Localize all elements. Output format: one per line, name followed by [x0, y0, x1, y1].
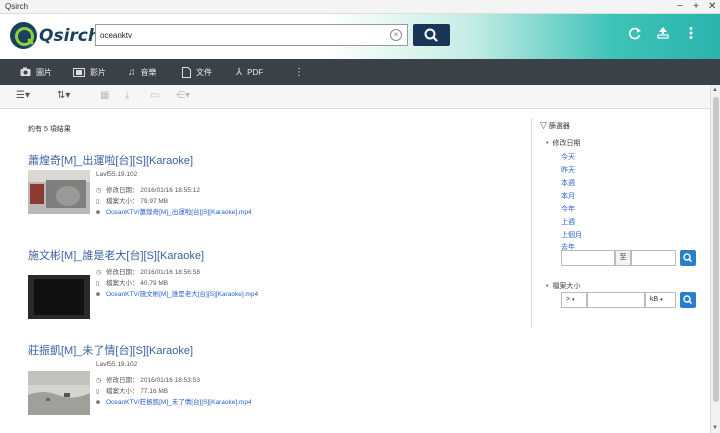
app-header: Qsirch × [0, 14, 720, 59]
app-logo: Qsirch [10, 22, 100, 49]
size-apply-button[interactable] [680, 292, 696, 308]
result-encoder: Lavf55.19.102 [96, 171, 138, 178]
result-item: 蕭煌奇[M]_出運啦[台][S][Karaoke] Lavf55.19.102 … [28, 152, 508, 216]
result-path: ■ OceanKTV/蕭煌奇[M]_出運啦[台][S][Karaoke].mp4 [96, 206, 252, 216]
search-icon [424, 28, 438, 42]
minimize-button[interactable]: − [676, 0, 684, 14]
size-operator-select[interactable]: > ▾ [561, 292, 587, 308]
refresh-icon[interactable] [628, 26, 642, 43]
filter-date-label: 修改日期 [546, 138, 580, 148]
toolbar-more-icon[interactable]: ⋮ [294, 59, 304, 85]
sort-icon[interactable]: ⇅▾ [57, 90, 70, 101]
result-modified: ◷ 修改日期： 2016/01/16 18:55:12 [96, 187, 200, 194]
share-icon[interactable]: ⋲▾ [175, 90, 190, 101]
result-path: ■ OceanKTV/莊振凱[M]_未了情[台][S][Karaoke].mp4 [96, 396, 252, 406]
filter-divider [531, 118, 532, 328]
more-menu-icon[interactable] [684, 26, 698, 43]
folder-icon: ■ [96, 399, 100, 406]
folder-icon: ■ [96, 209, 100, 216]
vertical-scrollbar[interactable]: ▲ ▼ [710, 85, 720, 433]
window-titlebar: Qsirch − + ✕ [0, 0, 720, 14]
search-icon [683, 253, 693, 263]
file-icon: ▯ [96, 388, 100, 395]
folder-icon[interactable]: ▭ [150, 90, 159, 101]
date-option-this-year[interactable]: 今年 [561, 204, 575, 214]
date-range-separator: 至 [615, 250, 631, 266]
result-count: 約有 5 項結果 [28, 126, 71, 133]
date-option-last-month[interactable]: 上個月 [561, 230, 582, 240]
video-thumbnail[interactable] [28, 275, 90, 319]
result-item: 莊振凱[M]_未了情[台][S][Karaoke] Lavf55.19.102 … [28, 342, 508, 415]
view-toolbar: ☰▾ ⇅▾ ▦ ⤓ ▭ ⋲▾ [0, 85, 710, 109]
category-toolbar: 圖片 影片 ♫ 音樂 文件 ⅄ PDF ⋮ [0, 59, 720, 85]
result-title[interactable]: 施文彬[M]_誰是老大[台][S][Karaoke] [28, 247, 508, 263]
search-icon [683, 295, 693, 305]
upload-icon[interactable] [656, 26, 670, 43]
result-item: 施文彬[M]_誰是老大[台][S][Karaoke] ◷ 修改日期： 2016/0… [28, 247, 508, 319]
category-pdf[interactable]: ⅄ PDF [236, 59, 263, 85]
clock-icon: ◷ [96, 377, 102, 384]
select-icon[interactable]: ▦ [100, 90, 109, 101]
category-photos[interactable]: 圖片 [20, 59, 52, 85]
result-title[interactable]: 莊振凱[M]_未了情[台][S][Karaoke] [28, 342, 508, 358]
size-unit-select[interactable]: kB ▾ [645, 292, 676, 308]
filter-size-label: 檔案大小 [546, 281, 580, 291]
folder-icon: ■ [96, 291, 100, 298]
date-option-last-week[interactable]: 上週 [561, 217, 575, 227]
result-path-link[interactable]: OceanKTV/蕭煌奇[M]_出運啦[台][S][Karaoke].mp4 [106, 209, 252, 216]
date-option-yesterday[interactable]: 昨天 [561, 165, 575, 175]
search-button[interactable] [413, 24, 450, 46]
music-icon: ♫ [128, 66, 136, 78]
file-icon: ▯ [96, 198, 100, 205]
download-icon[interactable]: ⤓ [125, 90, 129, 101]
date-option-this-week[interactable]: 本週 [561, 178, 575, 188]
category-music[interactable]: ♫ 音樂 [128, 59, 157, 85]
search-input[interactable] [96, 25, 376, 46]
scroll-down-icon[interactable]: ▼ [712, 425, 718, 431]
scroll-up-icon[interactable]: ▲ [712, 87, 718, 93]
logo-text: Qsirch [39, 25, 100, 46]
maximize-button[interactable]: + [692, 0, 700, 14]
document-icon [182, 66, 191, 78]
clear-search-icon[interactable]: × [390, 29, 402, 41]
film-icon [73, 67, 85, 77]
category-documents[interactable]: 文件 [182, 59, 212, 85]
file-icon: ▯ [96, 280, 100, 287]
result-title[interactable]: 蕭煌奇[M]_出運啦[台][S][Karaoke] [28, 152, 508, 168]
clock-icon: ◷ [96, 269, 102, 276]
video-thumbnail[interactable] [28, 371, 90, 415]
result-path-link[interactable]: OceanKTV/施文彬[M]_誰是老大[台][S][Karaoke].mp4 [106, 291, 258, 298]
window-title: Qsirch [5, 2, 29, 11]
result-size: ▯ 檔案大小： 40.79 MB [96, 280, 169, 287]
pdf-icon: ⅄ [236, 66, 243, 78]
result-size: ▯ 檔案大小： 79.97 MB [96, 198, 169, 205]
clock-icon: ◷ [96, 187, 102, 194]
filter-header: ▽ 篩選器 [540, 120, 570, 131]
date-option-this-month[interactable]: 本月 [561, 191, 575, 201]
video-thumbnail[interactable] [28, 170, 90, 214]
result-encoder: Lavf55.19.102 [96, 361, 138, 368]
result-modified: ◷ 修改日期： 2016/01/16 18:56:58 [96, 269, 200, 276]
list-view-icon[interactable]: ☰▾ [16, 90, 30, 101]
date-apply-button[interactable] [680, 250, 696, 266]
result-path: ■ OceanKTV/施文彬[M]_誰是老大[台][S][Karaoke].mp4 [96, 288, 258, 298]
date-to-input[interactable] [631, 250, 676, 266]
scrollbar-thumb[interactable] [713, 97, 719, 402]
result-size: ▯ 檔案大小： 77.16 MB [96, 388, 169, 395]
search-box: × [95, 24, 408, 46]
result-modified: ◷ 修改日期： 2016/01/16 18:53:53 [96, 377, 200, 384]
logo-icon [10, 22, 37, 49]
filter-title: 篩選器 [548, 123, 570, 130]
size-value-input[interactable] [587, 292, 645, 308]
result-path-link[interactable]: OceanKTV/莊振凱[M]_未了情[台][S][Karaoke].mp4 [106, 399, 252, 406]
filter-icon: ▽ [540, 120, 547, 130]
camera-icon [20, 67, 31, 76]
close-button[interactable]: ✕ [708, 0, 716, 14]
date-from-input[interactable] [561, 250, 615, 266]
date-option-today[interactable]: 今天 [561, 152, 575, 162]
category-videos[interactable]: 影片 [73, 59, 106, 85]
